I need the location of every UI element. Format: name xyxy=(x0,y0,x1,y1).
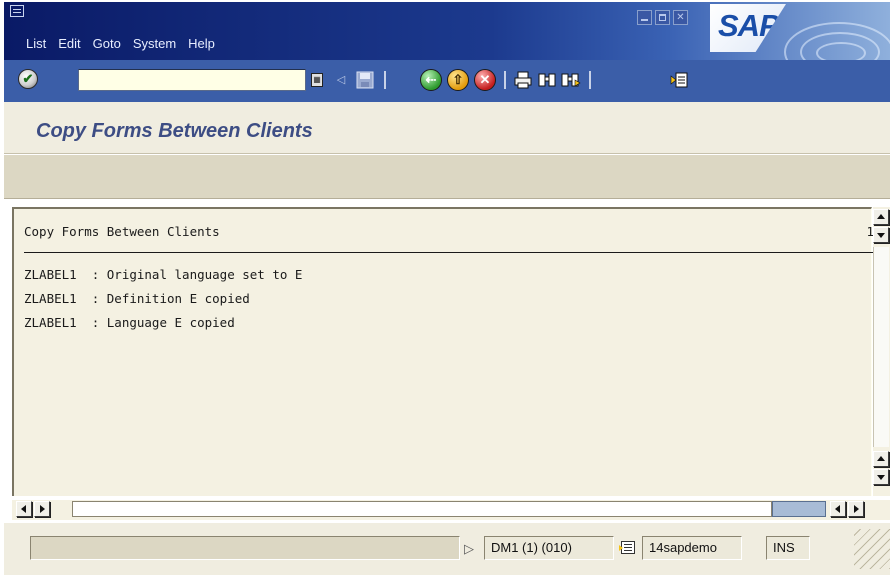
scroll-down-button[interactable] xyxy=(873,227,889,243)
list-header: Copy Forms Between Clients xyxy=(24,224,220,239)
back-arrow-icon[interactable]: ◁ xyxy=(330,69,352,91)
list-line[interactable]: ZLABEL1 : Original language set to E xyxy=(24,267,302,282)
minimize-button[interactable] xyxy=(637,10,652,25)
close-window-button[interactable] xyxy=(673,10,688,25)
vertical-scrollbar[interactable] xyxy=(873,207,890,496)
exit-icon[interactable]: ⇧ xyxy=(447,69,469,91)
window-controls xyxy=(637,10,688,25)
create-session-icon[interactable] xyxy=(668,69,690,91)
menu-bar: List Edit Goto System Help SAP xyxy=(4,2,890,82)
list-output: Copy Forms Between Clients 1 ZLABEL1 : O… xyxy=(12,207,875,496)
scroll-left-button[interactable] xyxy=(830,501,846,517)
toolbar-separator xyxy=(504,71,506,89)
maximize-button[interactable] xyxy=(655,10,670,25)
save-icon[interactable] xyxy=(354,69,376,91)
page-title: Copy Forms Between Clients xyxy=(36,120,313,142)
standard-toolbar: ▦ ◁ ⇠ ⇧ ✕ xyxy=(4,60,890,102)
menu: List Edit Goto System Help xyxy=(26,36,215,51)
status-message xyxy=(30,536,460,560)
enter-icon[interactable] xyxy=(18,69,38,89)
toolbar-separator xyxy=(589,71,591,89)
horizontal-scroll-thumb[interactable] xyxy=(772,501,826,517)
title-bar: Copy Forms Between Clients xyxy=(4,102,890,154)
vertical-scroll-track[interactable] xyxy=(873,247,889,447)
list-line[interactable]: ZLABEL1 : Language E copied xyxy=(24,315,235,330)
system-info-icon[interactable] xyxy=(619,541,635,554)
scroll-down-button[interactable] xyxy=(873,469,889,485)
resize-grip[interactable] xyxy=(854,529,890,569)
find-icon[interactable] xyxy=(536,69,558,91)
status-bar: ▷ DM1 (1) (010) 14sapdemo INS xyxy=(4,523,890,575)
status-expand-icon[interactable]: ▷ xyxy=(460,538,478,560)
horizontal-scroll-track[interactable] xyxy=(72,501,772,517)
menu-item-goto[interactable]: Goto xyxy=(93,36,121,51)
page-number: 1 xyxy=(866,224,874,239)
system-menu-icon[interactable] xyxy=(10,5,24,17)
server-field: 14sapdemo xyxy=(642,536,742,560)
menu-item-help[interactable]: Help xyxy=(188,36,215,51)
scroll-up-button[interactable] xyxy=(873,451,889,467)
application-toolbar xyxy=(4,155,890,199)
back-icon[interactable]: ⇠ xyxy=(420,69,442,91)
header-divider xyxy=(24,252,875,253)
print-icon[interactable] xyxy=(512,69,534,91)
insert-mode-field[interactable]: INS xyxy=(766,536,810,560)
horizontal-scrollbar[interactable] xyxy=(12,500,890,520)
find-next-icon[interactable] xyxy=(560,69,582,91)
scroll-left-button[interactable] xyxy=(16,501,32,517)
scroll-right-button[interactable] xyxy=(34,501,50,517)
menu-item-list[interactable]: List xyxy=(26,36,46,51)
command-field[interactable] xyxy=(78,69,306,91)
list-line[interactable]: ZLABEL1 : Definition E copied xyxy=(24,291,250,306)
scroll-right-button[interactable] xyxy=(848,501,864,517)
system-field: DM1 (1) (010) xyxy=(484,536,614,560)
menu-item-system[interactable]: System xyxy=(133,36,176,51)
scroll-up-button[interactable] xyxy=(873,209,889,225)
menu-item-edit[interactable]: Edit xyxy=(58,36,80,51)
command-history-icon[interactable]: ▦ xyxy=(311,73,323,87)
cancel-icon[interactable]: ✕ xyxy=(474,69,496,91)
toolbar-separator xyxy=(384,71,386,89)
